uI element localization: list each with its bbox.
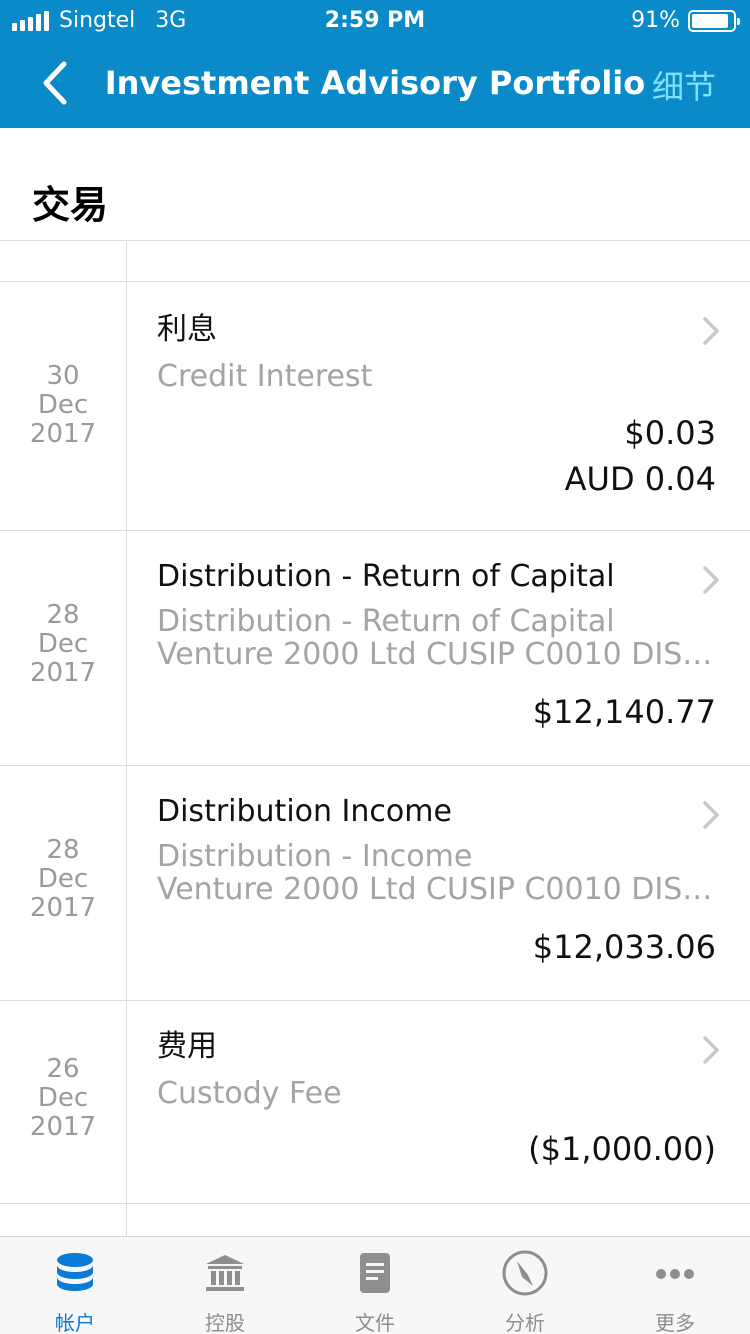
section-header: 交易 (0, 130, 750, 241)
transaction-details: 费用 Custody Fee (157, 1029, 726, 1110)
battery-percentage: 91% (631, 8, 680, 33)
tab-more[interactable]: 更多 (600, 1237, 750, 1334)
transaction-date: 28 Dec 2017 (0, 836, 126, 923)
tab-label: 帐户 (55, 1311, 95, 1334)
transaction-description: Distribution - Return of Capital (157, 605, 615, 638)
transaction-amount: ($1,000.00) (528, 1126, 716, 1172)
top-bar: Singtel 3G 2:59 PM 91% Investment Adviso… (0, 0, 750, 128)
database-icon (57, 1253, 93, 1291)
transaction-title: Distribution - Return of Capital (157, 559, 615, 594)
tab-label: 文件 (355, 1311, 395, 1334)
chevron-right-icon (703, 566, 719, 594)
tab-bar: 帐户 控股 文件 分析 更多 (0, 1236, 750, 1334)
transaction-row-partial[interactable] (0, 1204, 750, 1236)
transaction-row[interactable]: 28 Dec 2017 Distribution - Return of Cap… (0, 531, 750, 766)
date-year: 2017 (29, 893, 97, 923)
transaction-description: Custody Fee (157, 1077, 342, 1110)
date-year: 2017 (29, 658, 97, 688)
transaction-row[interactable]: 28 Dec 2017 Distribution Income Distribu… (0, 766, 750, 1001)
compass-icon (502, 1250, 548, 1296)
transaction-description-detail: Venture 2000 Ltd CUSIP C0010 DISTRIBUTIO… (157, 638, 726, 671)
date-year: 2017 (29, 419, 97, 449)
transaction-description-detail: Venture 2000 Ltd CUSIP C0010 DISTRIBUTIO… (157, 873, 726, 906)
transaction-description: Distribution - Income (157, 840, 473, 873)
tab-analysis[interactable]: 分析 (450, 1237, 600, 1334)
amount-primary: ($1,000.00) (528, 1130, 716, 1168)
date-day: 26 (46, 1054, 80, 1084)
chevron-right-icon (703, 317, 719, 345)
tab-holdings[interactable]: 控股 (150, 1237, 300, 1334)
status-bar: Singtel 3G 2:59 PM 91% (0, 0, 750, 40)
transaction-amount: $0.03 AUD 0.04 (565, 410, 716, 502)
tab-label: 更多 (655, 1311, 695, 1334)
tab-documents[interactable]: 文件 (300, 1237, 450, 1334)
transaction-title: 费用 (157, 1029, 217, 1064)
amount-secondary: AUD 0.04 (564, 460, 716, 498)
transaction-details: Distribution Income Distribution - Incom… (157, 794, 726, 906)
date-month: Dec (37, 629, 89, 659)
amount-primary: $12,033.06 (532, 928, 716, 966)
more-icon (656, 1269, 694, 1279)
chevron-right-icon (703, 1036, 719, 1064)
transaction-list[interactable]: 30 Dec 2017 利息 Credit Interest $0.03 AUD… (0, 242, 750, 1236)
chevron-right-icon (703, 801, 719, 829)
section-title: 交易 (32, 183, 109, 227)
amount-primary: $0.03 (624, 414, 716, 452)
transaction-row[interactable]: 26 Dec 2017 费用 Custody Fee ($1,000.00) (0, 1001, 750, 1204)
transaction-details: Distribution - Return of Capital Distrib… (157, 559, 726, 671)
date-month: Dec (37, 1083, 89, 1113)
tab-label: 分析 (505, 1311, 545, 1334)
amount-primary: $12,140.77 (532, 693, 716, 731)
transaction-date: 28 Dec 2017 (0, 601, 126, 688)
details-button[interactable]: 细节 (652, 62, 716, 108)
transaction-title: 利息 (157, 312, 217, 347)
date-day: 30 (46, 361, 80, 391)
transaction-row[interactable]: 30 Dec 2017 利息 Credit Interest $0.03 AUD… (0, 282, 750, 531)
bank-icon (206, 1255, 244, 1291)
date-day: 28 (46, 835, 80, 865)
transaction-date: 26 Dec 2017 (0, 1055, 126, 1142)
transaction-date: 30 Dec 2017 (0, 362, 126, 449)
date-month: Dec (37, 864, 89, 894)
date-year: 2017 (29, 1112, 97, 1142)
page-title: Investment Advisory Portfolio (104, 64, 646, 102)
tab-label: 控股 (205, 1311, 245, 1334)
transaction-details: 利息 Credit Interest (157, 312, 726, 393)
transaction-row-partial[interactable] (0, 242, 750, 282)
transaction-title: Distribution Income (157, 794, 452, 829)
transaction-description: Credit Interest (157, 360, 373, 393)
date-month: Dec (37, 390, 89, 420)
battery-icon (688, 9, 740, 32)
tab-accounts[interactable]: 帐户 (0, 1237, 150, 1334)
document-icon (360, 1253, 390, 1293)
navigation-bar: Investment Advisory Portfolio 细节 (0, 40, 750, 128)
transaction-amount: $12,140.77 (533, 689, 716, 735)
transaction-amount: $12,033.06 (533, 924, 716, 970)
date-day: 28 (46, 600, 80, 630)
